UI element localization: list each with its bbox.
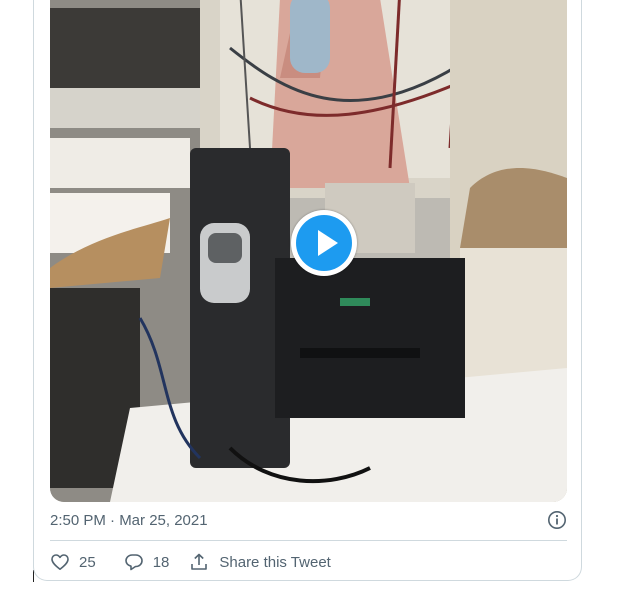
- like-button[interactable]: 25: [50, 552, 96, 572]
- tweet-actions: 25 18 Share this Tweet: [50, 550, 331, 574]
- heart-icon: [51, 554, 69, 570]
- share-label: Share this Tweet: [219, 553, 331, 571]
- page: 2:50 PM · Mar 25, 2021 25 18 Share this …: [0, 0, 643, 591]
- reply-count: 18: [152, 553, 170, 571]
- play-icon: [296, 215, 352, 271]
- video-player[interactable]: [50, 0, 567, 502]
- info-circle-icon[interactable]: [547, 510, 567, 530]
- tweet-card: 2:50 PM · Mar 25, 2021 25 18 Share this …: [33, 0, 582, 581]
- share-button[interactable]: Share this Tweet: [189, 552, 331, 572]
- divider: [50, 540, 567, 541]
- share-upload-icon: [191, 553, 208, 570]
- play-button[interactable]: [291, 210, 357, 276]
- like-count: 25: [79, 553, 96, 571]
- speech-bubble-icon: [124, 554, 143, 571]
- reply-button[interactable]: 18: [124, 552, 170, 572]
- tweet-timestamp[interactable]: 2:50 PM · Mar 25, 2021: [50, 511, 208, 531]
